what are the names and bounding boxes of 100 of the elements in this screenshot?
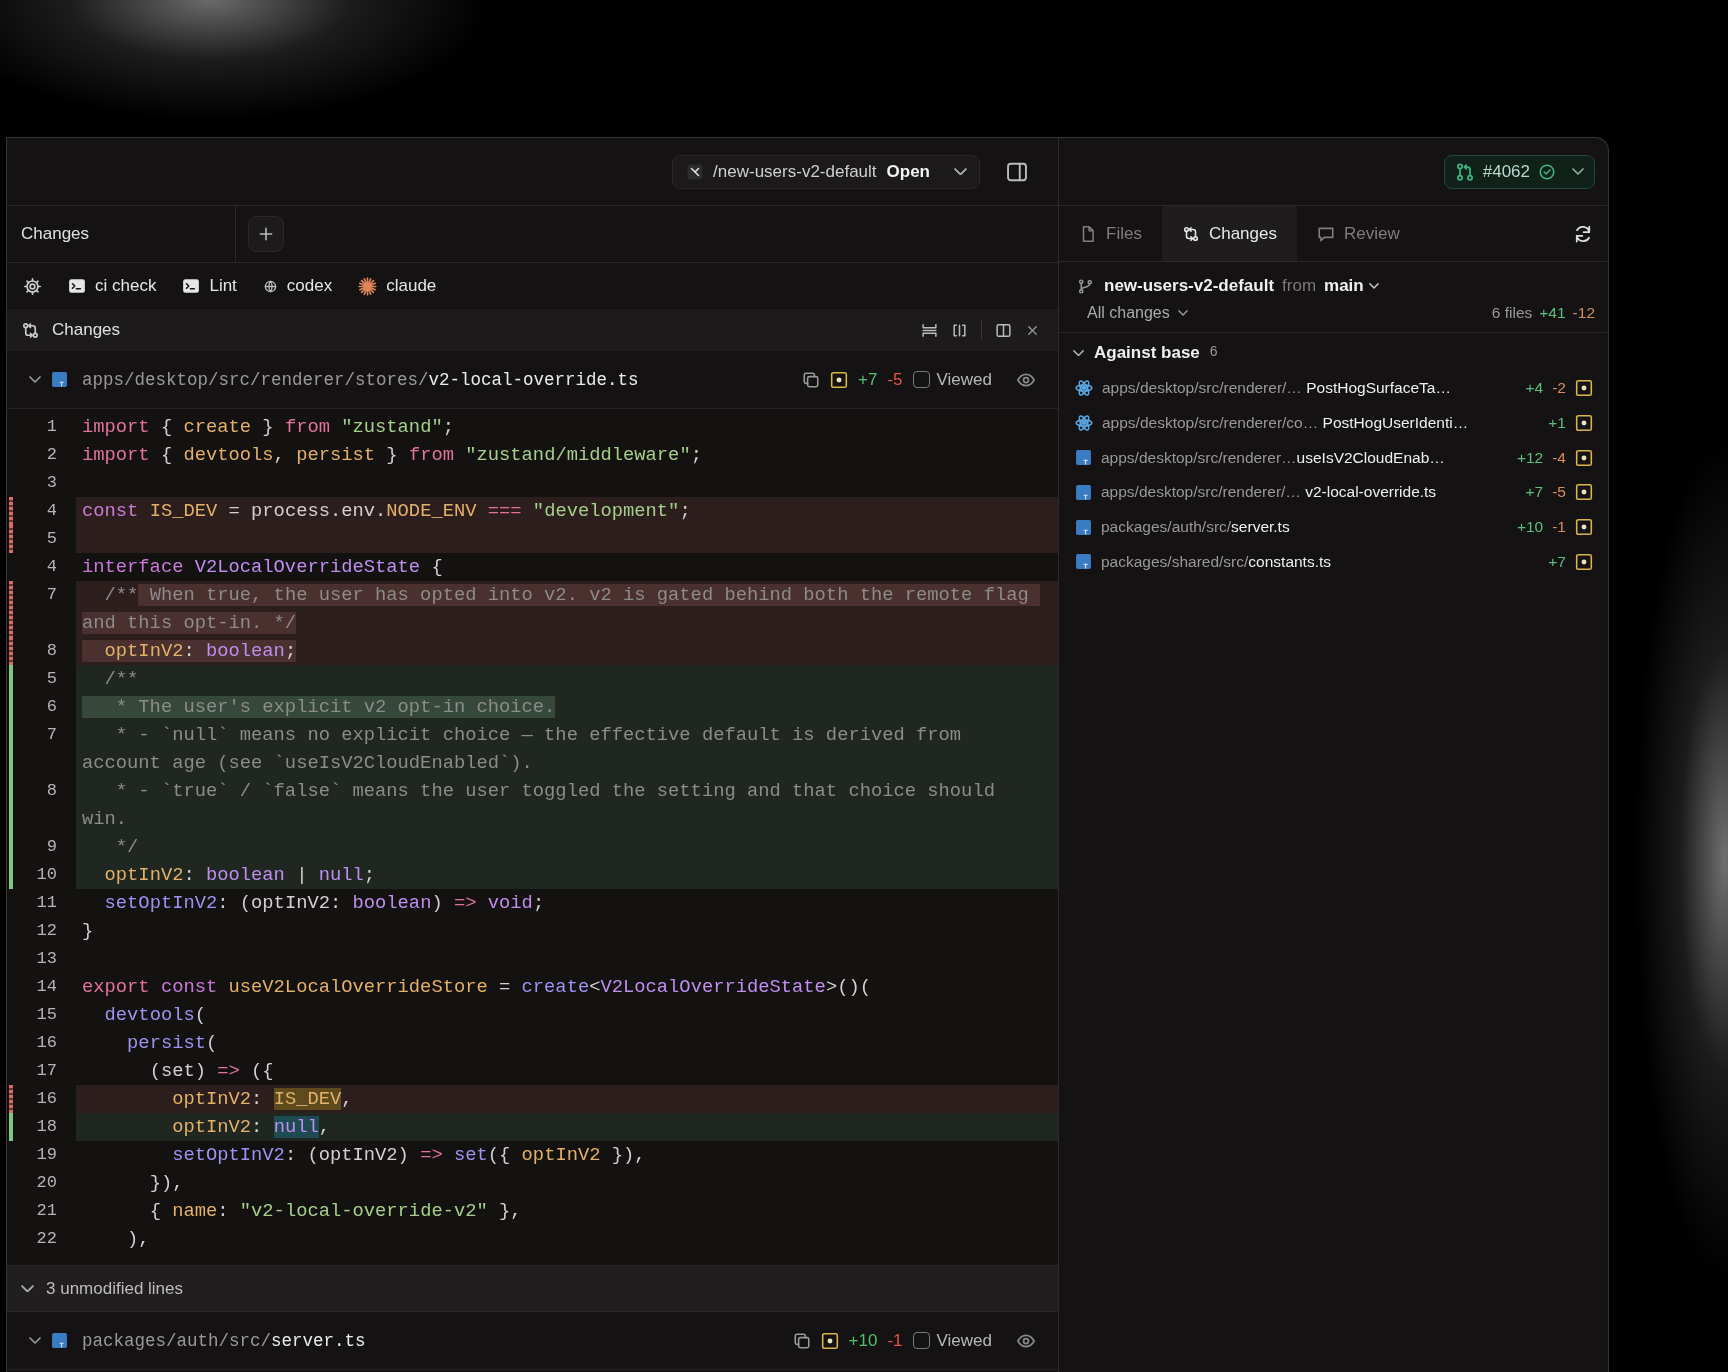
line-number: 4 bbox=[45, 500, 57, 522]
filter-dropdown[interactable]: All changes bbox=[1077, 304, 1188, 322]
code-line: }), bbox=[148, 1171, 185, 1196]
removed-count: -1 bbox=[887, 1330, 903, 1351]
file-type-icon bbox=[1075, 483, 1092, 501]
check-circle-icon bbox=[1538, 162, 1556, 181]
code-line: setOptInV2: (optInV2) => set({ optInV2 }), bbox=[171, 1143, 647, 1168]
line-number: 21 bbox=[35, 1200, 57, 1222]
code-line: export const useV2LocalOverrideStore = create<V2LocalOverrideState>()( bbox=[81, 975, 872, 1000]
code-line: devtools( bbox=[103, 1003, 207, 1028]
copy-icon[interactable] bbox=[802, 370, 821, 389]
modified-icon bbox=[1575, 414, 1593, 433]
file-path[interactable]: apps/desktop/src/renderer/co… PostHogUserIdenti… bbox=[1102, 414, 1540, 433]
copy-icon[interactable] bbox=[792, 1331, 811, 1350]
code-line: import { devtools, persist } from "zustand/middleware"; bbox=[81, 443, 703, 468]
chevron-icon[interactable] bbox=[29, 376, 41, 383]
settings-icon[interactable] bbox=[23, 276, 42, 296]
line-number: 22 bbox=[35, 1228, 57, 1250]
atom-icon bbox=[1075, 414, 1093, 433]
branch-icon bbox=[1077, 277, 1094, 295]
add-tab-button[interactable] bbox=[248, 216, 284, 252]
code-line: (set) => ({ bbox=[148, 1059, 275, 1084]
chevron-icon[interactable] bbox=[29, 1337, 41, 1344]
branch-name: new-users-v2-default bbox=[1104, 276, 1275, 296]
expand-lines-row[interactable]: 3 unmodified lines bbox=[7, 1266, 1058, 1312]
pull-request-badge[interactable]: #4062 bbox=[1443, 154, 1595, 189]
line-number: 8 bbox=[45, 640, 57, 662]
code-line: import { create } from "zustand"; bbox=[81, 415, 455, 440]
checkbox-label: Viewed bbox=[936, 1330, 992, 1351]
line-number: 6 bbox=[45, 696, 57, 718]
file-type-icon bbox=[1075, 449, 1092, 467]
removed-count: -12 bbox=[1572, 304, 1595, 322]
collapse-icon[interactable] bbox=[921, 321, 938, 339]
line-number: 3 bbox=[45, 472, 57, 494]
from-label: from bbox=[1282, 276, 1317, 296]
line-number: 1 bbox=[45, 416, 57, 438]
added-count: +12 bbox=[1516, 448, 1544, 467]
tab[interactable]: Review bbox=[1296, 206, 1420, 261]
branch-dropdown[interactable]: /new-users-v2-default Open bbox=[672, 154, 980, 189]
modified-icon bbox=[1575, 379, 1593, 398]
panel-title: Changes bbox=[52, 320, 121, 340]
line-number: 5 bbox=[45, 668, 57, 690]
refresh-icon[interactable] bbox=[1573, 223, 1593, 244]
file-type-icon bbox=[1075, 518, 1092, 536]
atom-icon bbox=[1075, 379, 1093, 398]
plus-icon bbox=[257, 225, 275, 243]
line-number: 12 bbox=[35, 920, 57, 942]
chevron-down-icon bbox=[1177, 310, 1188, 316]
group-header[interactable]: Against base 6 bbox=[1059, 335, 1607, 371]
modified-icon bbox=[1575, 483, 1593, 502]
line-number: 17 bbox=[35, 1060, 57, 1082]
code-line: } bbox=[81, 919, 95, 944]
checkbox[interactable] bbox=[912, 1332, 930, 1349]
chevron-down-icon bbox=[1572, 168, 1584, 175]
file-path[interactable]: apps/desktop/src/renderer…useIsV2CloudEnab… bbox=[1101, 448, 1508, 467]
line-number: 13 bbox=[35, 948, 57, 970]
chevron-icon bbox=[21, 1284, 34, 1293]
checkbox-label: Viewed bbox=[936, 369, 992, 390]
app-icon bbox=[687, 163, 704, 180]
base-branch-dropdown[interactable]: main bbox=[1324, 276, 1379, 296]
line-number: 9 bbox=[45, 836, 57, 858]
file-path[interactable]: packages/auth/src/server.ts bbox=[1101, 518, 1508, 537]
line-number: 4 bbox=[45, 556, 57, 578]
removed-count: -1 bbox=[1552, 518, 1566, 537]
file-path: packages/auth/src/server.ts bbox=[82, 1330, 366, 1351]
code-line: persist( bbox=[126, 1031, 219, 1056]
tab[interactable]: Changes bbox=[1161, 206, 1297, 261]
code-line: { name: "v2-local-override-v2" }, bbox=[148, 1199, 523, 1224]
added-count: +10 bbox=[848, 1330, 878, 1351]
panel-toggle-icon[interactable] bbox=[1006, 160, 1028, 183]
tab[interactable]: Files bbox=[1059, 206, 1162, 261]
removed-count: -4 bbox=[1552, 448, 1566, 467]
line-number: 16 bbox=[35, 1088, 57, 1110]
added-count: +41 bbox=[1539, 304, 1566, 322]
line-number: 2 bbox=[45, 444, 57, 466]
checkbox[interactable] bbox=[912, 371, 930, 388]
terminal-icon bbox=[182, 277, 201, 295]
removed-count: -5 bbox=[887, 369, 903, 390]
file-path[interactable]: packages/shared/src/constants.ts bbox=[1101, 552, 1540, 571]
line-number: 8 bbox=[45, 780, 57, 802]
tab[interactable]: Changes bbox=[7, 206, 236, 262]
removed-count: -5 bbox=[1552, 483, 1566, 502]
agent-button[interactable]: claude bbox=[358, 276, 437, 296]
file-path[interactable]: apps/desktop/src/renderer/… v2-local-override.ts bbox=[1101, 483, 1517, 502]
added-count: +7 bbox=[1525, 483, 1544, 502]
terminal-button[interactable]: ci check bbox=[68, 276, 157, 296]
code-line: setOptInV2: (optInV2: boolean) => void; bbox=[103, 891, 546, 916]
file-path[interactable]: apps/desktop/src/renderer/… PostHogSurfaceTa… bbox=[1102, 379, 1517, 398]
line-number: 19 bbox=[35, 1144, 57, 1166]
file-type-icon bbox=[1075, 553, 1092, 571]
line-number: 16 bbox=[35, 1032, 57, 1054]
line-number: 5 bbox=[45, 528, 57, 550]
agent-button[interactable]: codex bbox=[262, 276, 333, 296]
removed-count: -2 bbox=[1552, 379, 1566, 398]
terminal-icon bbox=[68, 277, 86, 295]
terminal-button[interactable]: Lint bbox=[182, 276, 237, 296]
code-line: ), bbox=[126, 1227, 151, 1252]
columns-icon[interactable] bbox=[995, 321, 1012, 339]
split-view-icon[interactable] bbox=[951, 321, 968, 339]
line-number: 15 bbox=[35, 1004, 57, 1026]
